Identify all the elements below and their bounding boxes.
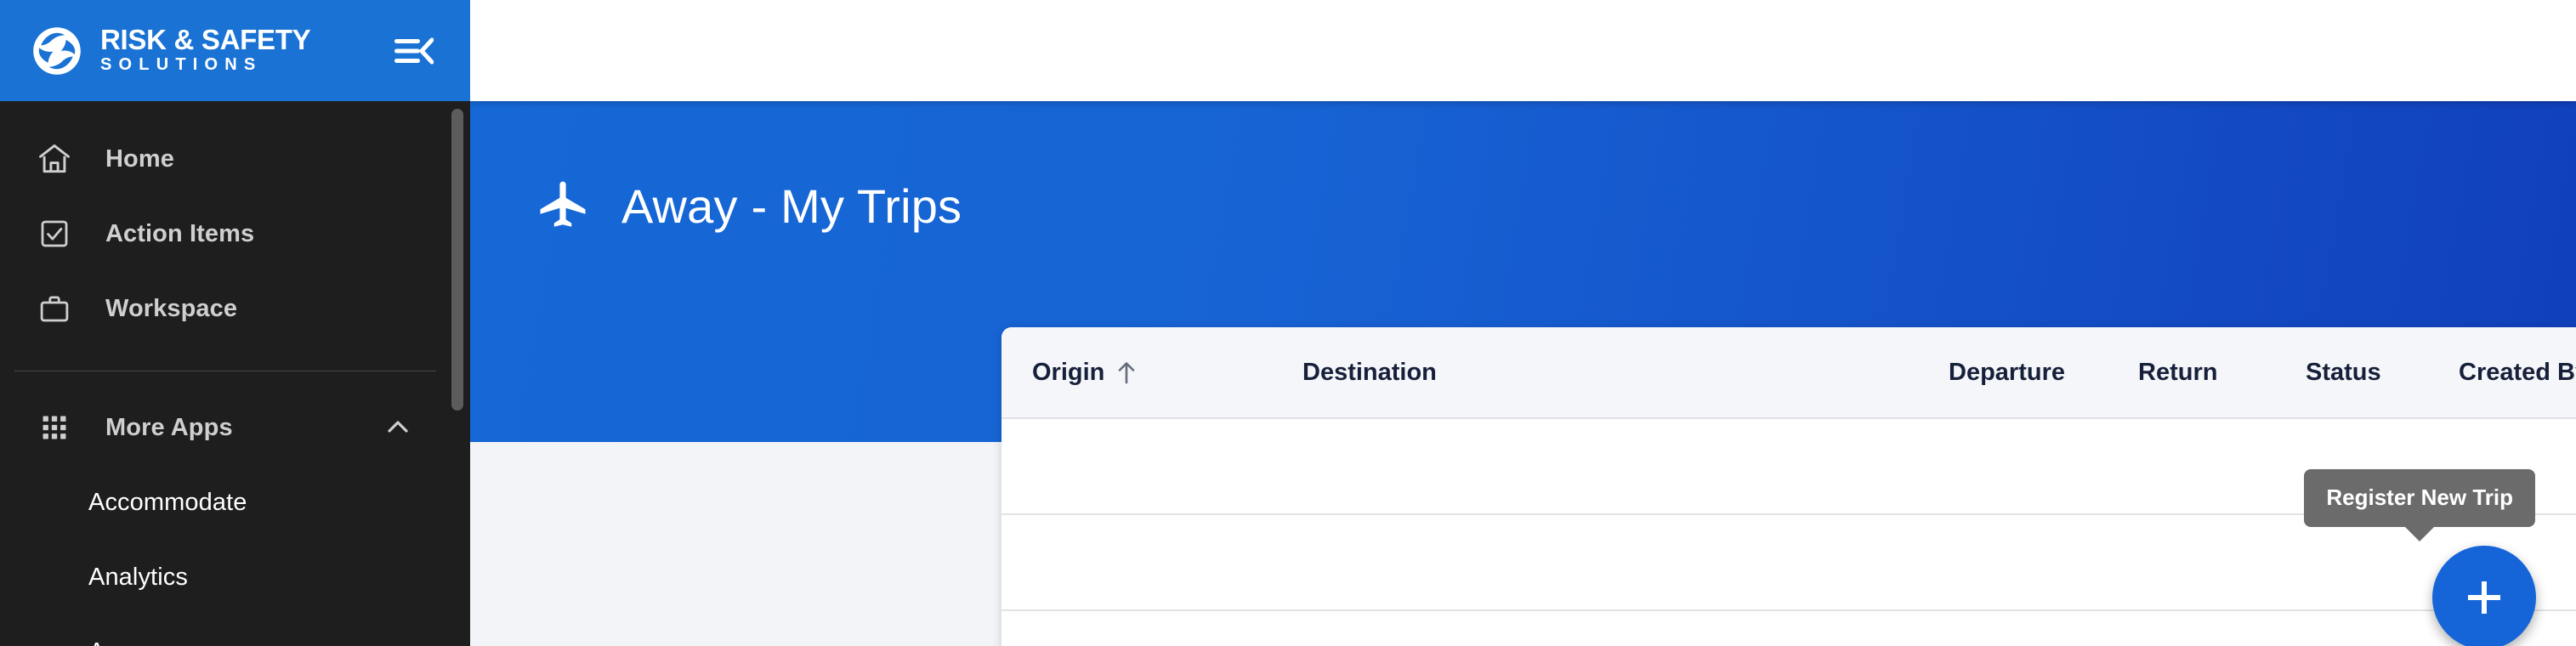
table-column-destination[interactable]: Destination: [1302, 359, 1949, 387]
table-column-status[interactable]: Status: [2306, 359, 2459, 387]
sidebar-item-analytics[interactable]: Analytics: [0, 540, 470, 615]
column-label: Status: [2306, 358, 2381, 386]
column-label: Created By: [2459, 358, 2576, 386]
brand-wordmark: RISK & SAFETY SOLUTIONS: [100, 24, 311, 76]
table-row[interactable]: [1001, 611, 2576, 646]
column-label: Origin: [1032, 358, 1105, 386]
application-root: RISK & SAFETY SOLUTIONS Home Action Item…: [0, 0, 2576, 646]
sidebar-scrollbar[interactable]: [451, 109, 463, 411]
table-column-created-by[interactable]: Created By: [2459, 359, 2576, 387]
brand-name-secondary: SOLUTIONS: [100, 54, 263, 74]
table-column-return[interactable]: Return: [2138, 359, 2306, 387]
trips-table-card: Origin Destination Departure Return Stat…: [1001, 327, 2576, 646]
brand-bar: RISK & SAFETY SOLUTIONS: [0, 0, 470, 101]
brand-name-primary: RISK & SAFETY: [100, 24, 311, 56]
home-icon: [34, 139, 75, 179]
table-header-row: Origin Destination Departure Return Stat…: [1001, 327, 2576, 419]
column-label: Departure: [1949, 358, 2065, 386]
sidebar-subitem-label: Away: [88, 638, 149, 646]
plus-icon: [2461, 575, 2507, 620]
page-title: Away - My Trips: [621, 178, 962, 233]
table-row[interactable]: [1001, 419, 2576, 515]
column-label: Destination: [1302, 358, 1437, 386]
table-column-origin[interactable]: Origin: [1032, 359, 1302, 387]
sidebar-group-more-apps[interactable]: More Apps: [0, 390, 470, 465]
sidebar-item-home[interactable]: Home: [0, 122, 470, 196]
sidebar-subitem-label: Analytics: [88, 563, 188, 591]
briefcase-icon: [34, 288, 75, 329]
sidebar-item-label: Action Items: [105, 219, 255, 247]
main-content: Away - My Trips Origin Destination Depar…: [470, 0, 2576, 646]
table-row[interactable]: [1001, 515, 2576, 611]
sidebar-item-label: Home: [105, 144, 174, 173]
menu-collapse-icon[interactable]: [394, 34, 434, 68]
checkbox-check-icon: [34, 213, 75, 254]
sidebar-item-label: Workspace: [105, 294, 238, 322]
table-column-departure[interactable]: Departure: [1949, 359, 2138, 387]
sidebar-item-accommodate[interactable]: Accommodate: [0, 465, 470, 540]
page-title-row: Away - My Trips: [535, 178, 962, 234]
sidebar: RISK & SAFETY SOLUTIONS Home Action Item…: [0, 0, 470, 646]
top-bar: [470, 0, 2576, 101]
sidebar-group-label: More Apps: [105, 413, 233, 441]
aperture-shutter-logo-icon: [31, 25, 83, 77]
arrow-up-icon: [1115, 360, 1138, 385]
sidebar-item-action-items[interactable]: Action Items: [0, 196, 470, 271]
brand-logo[interactable]: RISK & SAFETY SOLUTIONS: [31, 24, 311, 77]
sidebar-subitem-label: Accommodate: [88, 488, 247, 516]
sidebar-item-workspace[interactable]: Workspace: [0, 271, 470, 346]
sidebar-navigation: Home Action Items Workspace More Apps Ac…: [0, 101, 470, 646]
airplane-icon: [535, 178, 591, 234]
chevron-up-icon[interactable]: [385, 415, 411, 440]
grid-apps-icon: [34, 407, 75, 448]
sidebar-item-away[interactable]: Away: [0, 615, 470, 646]
column-label: Return: [2138, 358, 2218, 386]
register-new-trip-button[interactable]: [2432, 546, 2536, 646]
